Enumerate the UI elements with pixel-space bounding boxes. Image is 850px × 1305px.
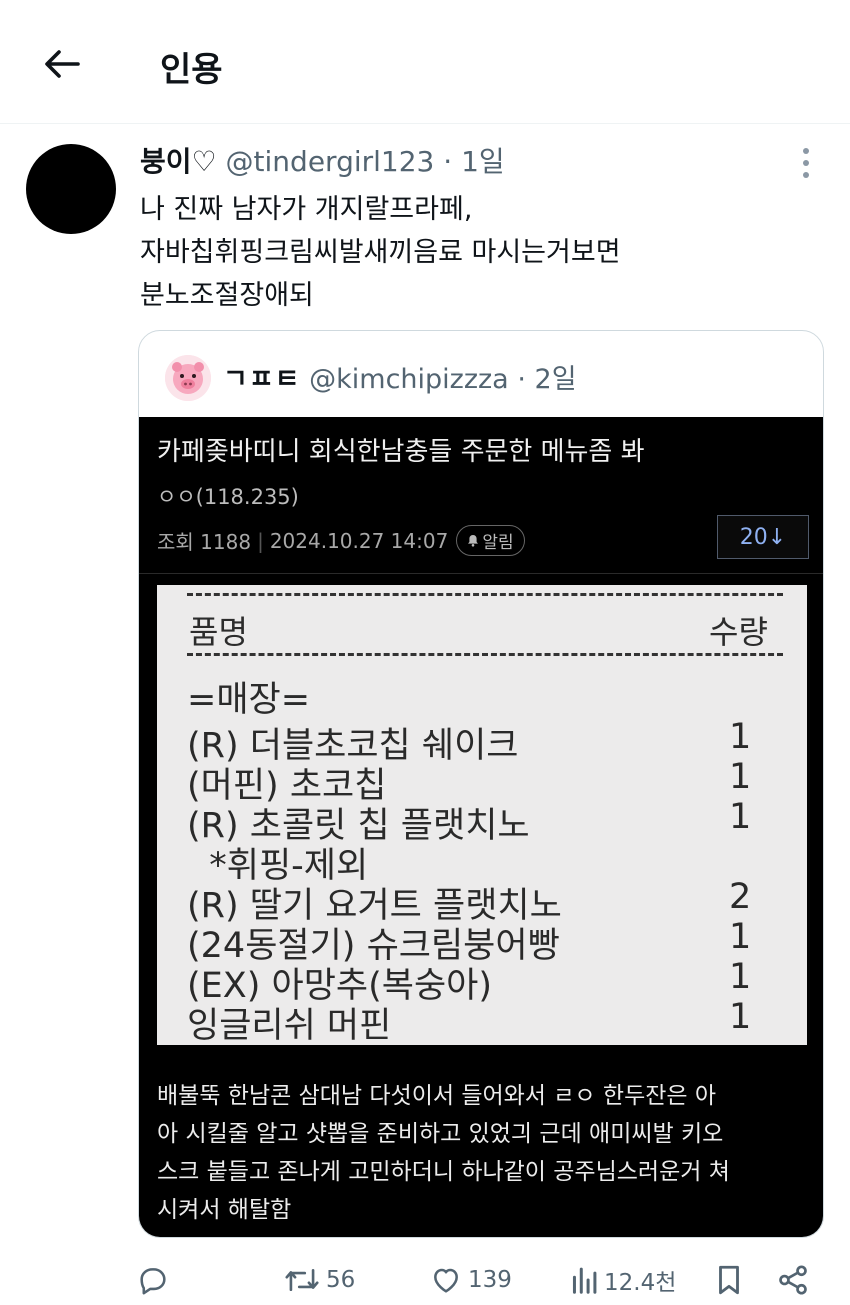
receipt-qty: 1 (729, 917, 752, 957)
receipt-item: 잉글리쉬 머핀 (187, 1006, 392, 1046)
back-button[interactable] (40, 44, 84, 84)
display-name[interactable]: 붕이 (140, 145, 192, 178)
tweet-age[interactable]: 1일 (461, 145, 505, 178)
like-count: 139 (468, 1267, 512, 1293)
like-button[interactable]: 139 (430, 1258, 512, 1302)
reply-button[interactable] (136, 1258, 170, 1302)
page-title: 인용 (160, 50, 223, 90)
post-author: ㅇㅇ(118.235) (157, 485, 299, 509)
receipt-header-rule (187, 653, 783, 656)
bell-icon (468, 535, 479, 547)
tweet-text: 나 진짜 남자가 개지랄프라페, 자바칩휘핑크림씨발새끼음료 마시는거보면 분노… (140, 194, 621, 311)
quoted-screenshot-image[interactable]: 카페좆바띠니 회식한남충들 주문한 메뉴좀 봐 ㅇㅇ(118.235) 조회 1… (139, 417, 823, 1237)
bookmark-icon (719, 1265, 739, 1295)
top-bar: 인용 (0, 0, 850, 124)
receipt-qty: 1 (729, 797, 752, 837)
post-views: 조회 1188 (157, 530, 252, 554)
receipt-col-name: 품명 (189, 613, 248, 651)
tweet-actions: 56 139 12.4천 (0, 1258, 850, 1302)
quoted-handle[interactable]: @kimchipizzza (309, 364, 509, 395)
views-chart-icon (572, 1267, 597, 1294)
post-info: 조회 1188 | 2024.10.27 14:07 알림 (157, 525, 525, 556)
user-handle[interactable]: @tindergirl123 (226, 145, 435, 178)
views-button[interactable]: 12.4천 (570, 1258, 676, 1302)
quoted-avatar (165, 355, 211, 401)
receipt-photo: 품명 수량 =매장= (R) 더블초코칩 쉐이크 1 (머핀) 초코칩 1 (R… (157, 585, 807, 1046)
heart-icon (434, 1268, 458, 1293)
post-title: 카페좆바띠니 회식한남충들 주문한 메뉴좀 봐 (157, 437, 645, 467)
receipt-top-rule (187, 593, 783, 596)
receipt-item: =매장= (187, 680, 311, 720)
quoted-separator: · (517, 364, 526, 395)
retweet-count: 56 (326, 1267, 356, 1293)
retweet-icon (285, 1268, 319, 1292)
tweet-meta: 붕이♡ @tindergirl123 · 1일 (140, 140, 505, 180)
quoted-tweet[interactable]: ㄱㅍㅌ @kimchipizzza · 2일 카페좆바띠니 회식한남충들 주문한… (138, 330, 824, 1238)
bookmark-button[interactable] (714, 1258, 744, 1302)
post-datetime: 2024.10.27 14:07 (269, 528, 449, 553)
arrow-left-icon (45, 50, 80, 78)
share-button[interactable] (776, 1258, 810, 1302)
meta-separator: · (443, 145, 453, 178)
avatar[interactable] (26, 144, 116, 234)
receipt-qty: 2 (729, 877, 752, 917)
alarm-button: 알림 (456, 525, 525, 556)
reply-icon (140, 1268, 166, 1295)
quoted-meta: ㄱㅍㅌ @kimchipizzza · 2일 (223, 357, 577, 396)
info-divider: | (257, 528, 264, 553)
post-body: 배불뚝 한남콘 삼대남 다섯이서 들어와서 ㄹㅇ 한두잔은 아 아 시킬줄 알고… (157, 1083, 730, 1223)
alarm-label: 알림 (482, 533, 514, 553)
quoted-age[interactable]: 2일 (535, 364, 577, 395)
share-icon (779, 1265, 807, 1295)
receipt-qty: 1 (729, 997, 752, 1037)
receipt-col-qty: 수량 (709, 613, 768, 651)
more-options-icon[interactable] (792, 146, 820, 180)
pig-avatar-icon (165, 355, 211, 401)
receipt-qty: 1 (729, 717, 752, 757)
receipt-qty: 1 (729, 957, 752, 997)
heart-emoji: ♡ (191, 145, 217, 178)
comment-count-button: 20↓ (717, 515, 809, 559)
retweet-button[interactable]: 56 (284, 1258, 355, 1302)
divider (139, 573, 823, 574)
quoted-display-name[interactable]: ㄱㅍㅌ (223, 364, 301, 395)
quoted-tweet-header: ㄱㅍㅌ @kimchipizzza · 2일 (139, 331, 823, 417)
views-count: 12.4천 (604, 1270, 677, 1296)
receipt-qty: 1 (729, 757, 752, 797)
